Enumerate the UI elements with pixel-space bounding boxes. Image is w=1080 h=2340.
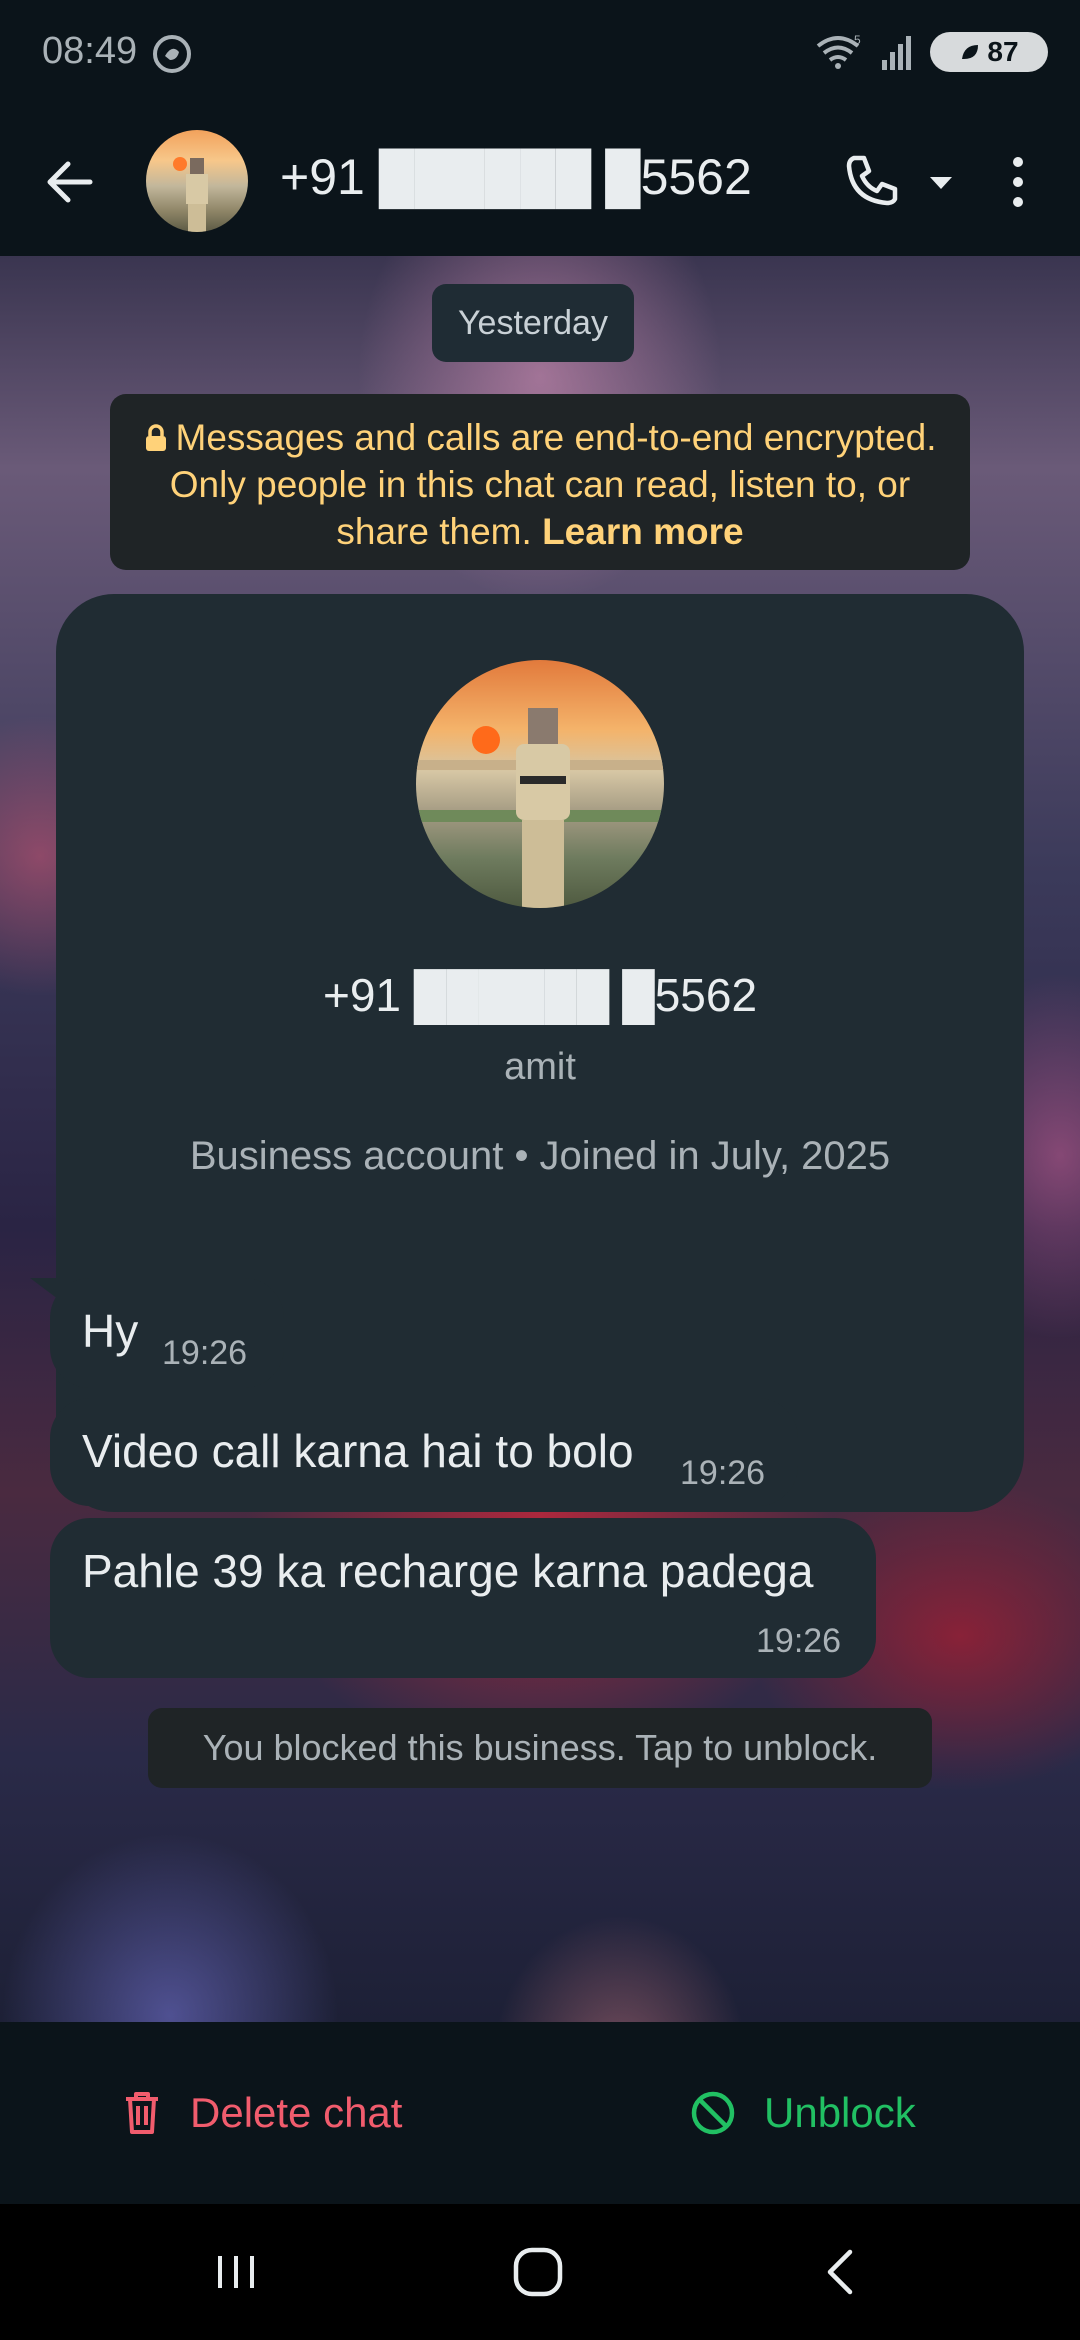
blocked-notice[interactable]: You blocked this business. Tap to unbloc… (148, 1708, 932, 1788)
chat-header: +91 ██████ █5562 (0, 110, 1080, 256)
more-vert-icon[interactable] (1000, 150, 1036, 214)
status-time: 08:49 (42, 30, 138, 72)
contact-avatar[interactable] (146, 130, 248, 232)
phone-icon[interactable] (838, 150, 902, 214)
recents-icon[interactable] (204, 2240, 268, 2304)
back-arrow-icon[interactable] (38, 150, 102, 214)
blocked-actions-bar: Delete chat Unblock (0, 2022, 1080, 2204)
delete-chat-button[interactable]: Delete chat (122, 2022, 402, 2204)
message-bubble[interactable]: Hy 19:26 (30, 1278, 284, 1388)
trash-icon (126, 2092, 158, 2134)
dropdown-icon[interactable] (926, 168, 956, 198)
message-text: Pahle 39 ka recharge karna padega (82, 1545, 814, 1597)
unblock-button[interactable]: Unblock (690, 2022, 916, 2204)
status-icons: 5 87 (814, 30, 1048, 74)
profile-phone: +91 ██████ █5562 (322, 969, 758, 1021)
profile-name: amit (504, 1046, 576, 1088)
svg-text:5: 5 (854, 33, 861, 47)
status-bar: 08:49 5 87 (0, 0, 1080, 110)
app-notification-icon (153, 35, 191, 73)
profile-avatar[interactable] (416, 660, 664, 908)
message-time: 19:26 (680, 1454, 766, 1492)
system-nav-bar (0, 2204, 1080, 2340)
block-icon (691, 2091, 735, 2135)
profile-meta: Business account • Joined in July, 2025 (189, 1134, 891, 1178)
message-text: Video call karna hai to bolo (82, 1425, 634, 1477)
nav-back-icon[interactable] (810, 2240, 874, 2304)
contact-name-title[interactable]: +91 ██████ █5562 (280, 148, 752, 206)
avatar-photo (173, 157, 208, 232)
date-chip: Yesterday (432, 284, 634, 362)
message-text: Hy (82, 1305, 139, 1357)
chat-area[interactable]: Yesterday Messages and calls are end-to-… (0, 256, 1080, 2022)
lock-icon (145, 424, 166, 451)
battery-saver-icon (962, 45, 979, 59)
message-time: 19:26 (162, 1334, 248, 1372)
delete-chat-label: Delete chat (190, 2089, 403, 2136)
message-bubble[interactable]: Video call karna hai to bolo 19:26 (50, 1398, 798, 1506)
home-icon[interactable] (506, 2240, 570, 2304)
bubble-tail (30, 1278, 70, 1308)
message-time: 19:26 (756, 1622, 842, 1660)
profile-photo (416, 708, 664, 908)
battery-level: 87 (987, 36, 1019, 67)
wifi-icon: 5 (816, 33, 861, 69)
encryption-notice[interactable]: Messages and calls are end-to-end encryp… (110, 394, 970, 570)
signal-icon (882, 36, 911, 70)
message-bubble[interactable]: Pahle 39 ka recharge karna padega 19:26 (50, 1518, 876, 1678)
learn-more-link[interactable]: Learn more (542, 511, 744, 552)
unblock-label: Unblock (764, 2089, 916, 2136)
battery-indicator: 87 (930, 32, 1048, 72)
